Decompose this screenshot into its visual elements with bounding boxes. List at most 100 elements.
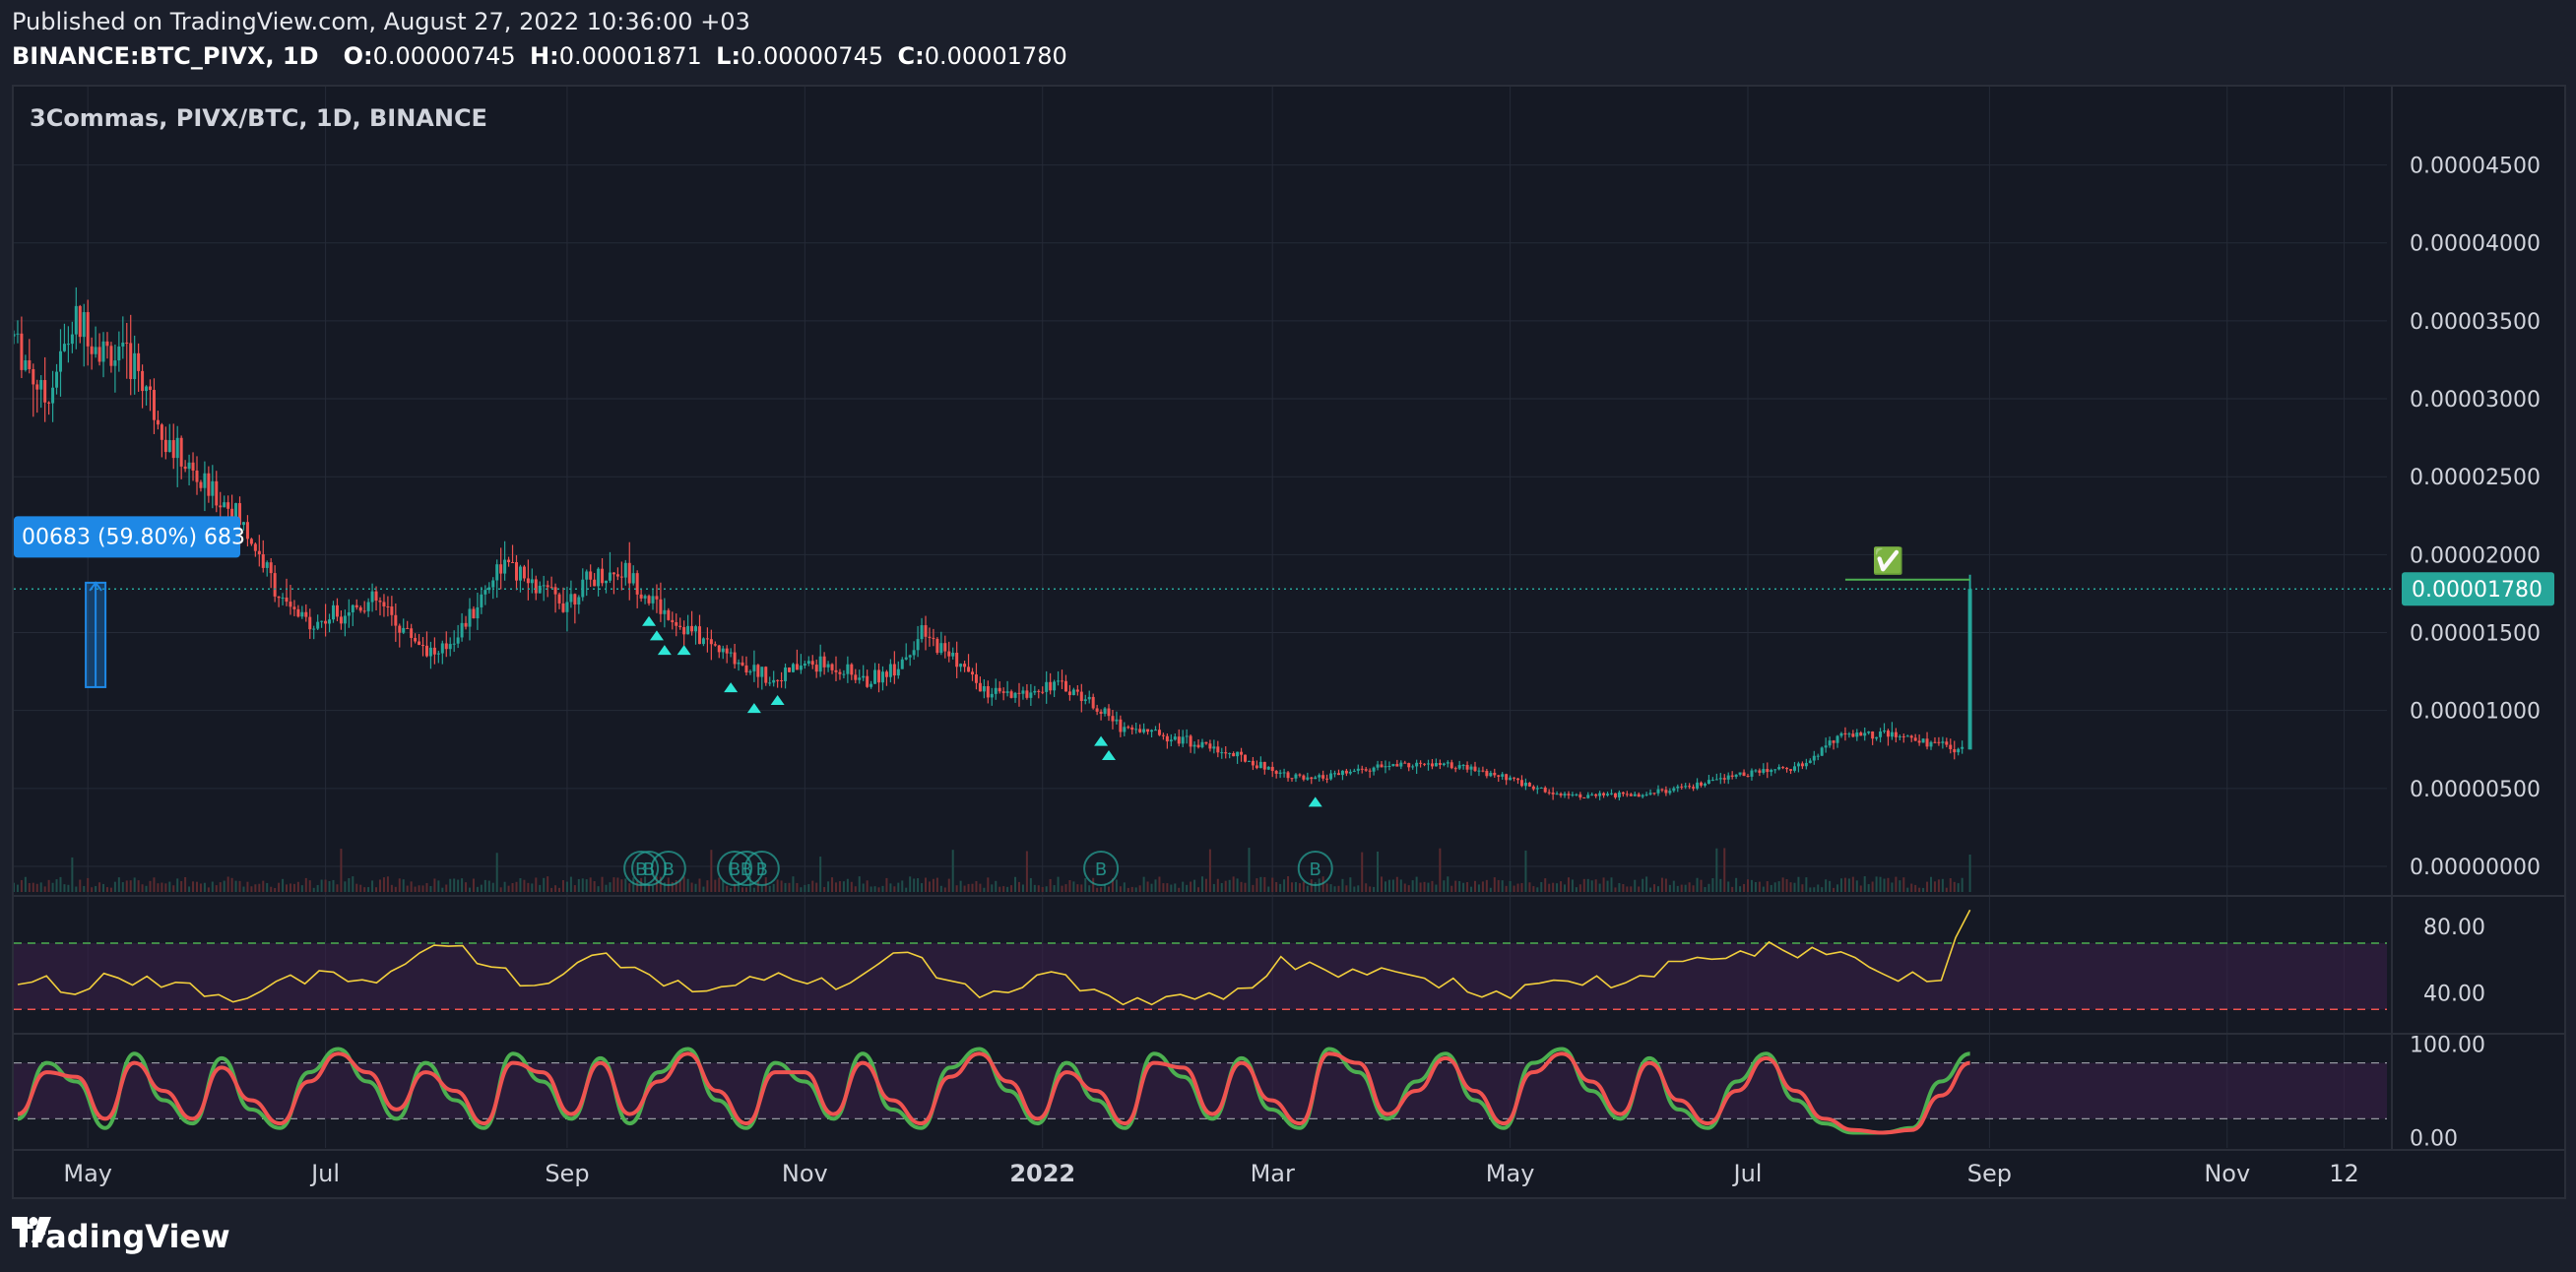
candle-body [709, 639, 713, 645]
volume-bar [772, 883, 775, 892]
volume-bar [1645, 876, 1648, 892]
volume-bar [706, 880, 709, 892]
candle-body [1376, 764, 1380, 768]
candle-body [1559, 794, 1563, 796]
candle-body [737, 662, 741, 665]
volume-bar [59, 876, 62, 892]
volume-bar [1244, 882, 1247, 892]
candle-body [339, 616, 343, 624]
volume-bar [1017, 881, 1020, 892]
candle-body [1306, 777, 1310, 780]
candle-body [152, 390, 156, 420]
volume-bar [258, 883, 261, 892]
volume-bar [1080, 884, 1083, 892]
candle-body [686, 625, 690, 635]
candle-body [82, 312, 86, 338]
volume-bar [862, 883, 865, 892]
candle-body [1005, 691, 1009, 693]
candle-body [896, 668, 900, 676]
candle-body [362, 610, 366, 612]
volume-bar [1676, 885, 1679, 892]
volume-bar [1365, 883, 1368, 892]
volume-bar [686, 878, 689, 892]
candle-body [133, 352, 137, 380]
volume-bar [121, 882, 124, 892]
volume-bar [1575, 887, 1578, 892]
candle-body [780, 679, 784, 681]
candle-body [1469, 766, 1473, 770]
volume-bar [1961, 877, 1964, 892]
candle-body [444, 643, 448, 650]
volume-bar [1544, 878, 1547, 892]
candle-body [1547, 792, 1551, 794]
candle-body [432, 647, 436, 655]
candle-body [32, 368, 35, 385]
candle-body [1196, 744, 1200, 747]
candle-body [1905, 735, 1909, 737]
volume-bar [344, 881, 347, 892]
candle-body [1457, 765, 1461, 769]
volume-bar [1567, 877, 1570, 892]
candle-body [1384, 766, 1387, 768]
volume-bar [449, 878, 452, 892]
candle-body [557, 594, 561, 604]
candle-body [1177, 736, 1181, 744]
volume-bar [1337, 885, 1340, 892]
volume-bar [593, 881, 596, 892]
volume-bar [811, 880, 814, 892]
volume-bar [1497, 879, 1500, 892]
volume-bar [242, 886, 245, 892]
overlays: 0.00001780 ✅ 00683 (59.80%) 683 3Commas, PI… [14, 104, 2554, 688]
volume-bar [744, 887, 747, 892]
volume-bar [402, 879, 405, 892]
chart-frame[interactable]: BBBBBBBB 0.00004500 0.00004000 0.00003500 0… [12, 85, 2566, 1199]
volume-bar [71, 857, 74, 892]
volume-bar [133, 877, 136, 892]
volume-bar [1447, 876, 1449, 892]
candle-body [814, 665, 818, 672]
volume-bar [1770, 884, 1772, 892]
volume-bar [296, 881, 299, 892]
volume-bar [378, 879, 381, 892]
candle-body [1001, 691, 1005, 693]
volume-bar [1606, 880, 1609, 892]
candle-body [1625, 794, 1629, 795]
volume-bar [79, 879, 82, 892]
buy-signal-triangle [770, 695, 785, 706]
candle-body [74, 305, 78, 335]
volume-bar [776, 879, 779, 892]
candle-body [1251, 760, 1255, 766]
volume-bar [75, 886, 78, 892]
candle-body [1816, 755, 1820, 757]
volume-bar [176, 878, 179, 892]
chart-canvas[interactable]: BB B B B B B B 0.000045000.000040000.000035000… [14, 87, 2564, 1197]
candle-body [414, 637, 418, 642]
candle-body [1652, 793, 1656, 795]
volume-bar [1777, 881, 1780, 892]
volume-bar [1096, 887, 1099, 892]
volume-bar [1419, 882, 1422, 892]
candle-body [1957, 748, 1961, 753]
candle-body [1057, 680, 1061, 682]
volume-bar [597, 886, 600, 892]
candle-body [20, 333, 24, 370]
volume-bar [1123, 882, 1126, 892]
volume-bar [1088, 885, 1091, 892]
candle-body [959, 664, 963, 668]
candle-body [1633, 794, 1637, 796]
candle-body [1115, 719, 1119, 722]
volume-bar [796, 882, 799, 892]
candle-body [935, 638, 939, 654]
volume-bar [581, 878, 584, 892]
volume-bar [1586, 878, 1589, 892]
candle-body [619, 576, 623, 578]
volume-bar [1747, 879, 1750, 892]
volume-bar [1208, 849, 1211, 892]
volume-bar [1622, 883, 1625, 892]
candle-body [66, 344, 70, 346]
candle-body [386, 605, 390, 607]
candle-body [1356, 768, 1360, 771]
candle-body [752, 665, 756, 671]
volume-bar [967, 883, 970, 892]
volume-bar [523, 879, 526, 892]
